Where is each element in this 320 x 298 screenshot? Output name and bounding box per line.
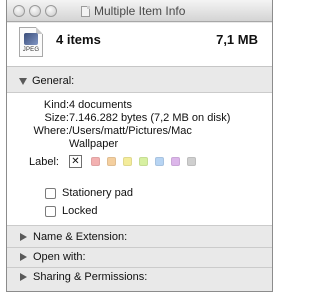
kind-label: Kind: bbox=[43, 99, 69, 111]
label-color-swatch[interactable] bbox=[107, 157, 116, 166]
size-label: Size: bbox=[44, 112, 69, 124]
label-color-swatch[interactable] bbox=[123, 157, 132, 166]
locked-checkbox[interactable] bbox=[45, 205, 56, 217]
info-window: Multiple Item Info JPEG 4 items 7,1 MB G… bbox=[6, 0, 273, 292]
disclosure-triangle-expanded-icon[interactable] bbox=[19, 77, 27, 85]
size-value: 7.146.282 bytes (7,2 MB on disk) bbox=[69, 112, 231, 124]
label-color-swatch[interactable] bbox=[155, 157, 164, 166]
general-header-label: General: bbox=[32, 75, 75, 87]
locked-label: Locked bbox=[62, 205, 98, 217]
total-size: 7,1 MB bbox=[216, 32, 258, 47]
sharing-permissions-section-header[interactable]: Sharing & Permissions: bbox=[7, 268, 272, 286]
open-with-section-header[interactable]: Open with: bbox=[7, 248, 272, 266]
title-bar[interactable]: Multiple Item Info bbox=[7, 0, 272, 22]
locked-row[interactable]: Locked bbox=[45, 204, 97, 218]
window-title: Multiple Item Info bbox=[81, 4, 185, 18]
stationery-pad-label: Stationery pad bbox=[62, 187, 133, 199]
general-section-body: Kind: 4 documents Size: 7.146.282 bytes … bbox=[7, 92, 272, 226]
label-color-swatch[interactable] bbox=[91, 157, 100, 166]
sharing-permissions-label: Sharing & Permissions: bbox=[33, 271, 148, 283]
kind-value: 4 documents bbox=[69, 99, 132, 111]
label-label: Label: bbox=[29, 156, 59, 168]
stationery-pad-row[interactable]: Stationery pad bbox=[45, 186, 133, 200]
close-button[interactable] bbox=[13, 5, 25, 17]
file-type-label: JPEG bbox=[22, 47, 40, 53]
label-color-swatch[interactable] bbox=[171, 157, 180, 166]
name-extension-label: Name & Extension: bbox=[33, 231, 128, 243]
open-with-label: Open with: bbox=[33, 251, 86, 263]
summary-header: JPEG 4 items 7,1 MB bbox=[7, 23, 272, 67]
general-section-header[interactable]: General: bbox=[7, 72, 272, 90]
disclosure-triangle-collapsed-icon[interactable] bbox=[20, 253, 27, 261]
label-color-swatch[interactable] bbox=[187, 157, 196, 166]
stationery-pad-checkbox[interactable] bbox=[45, 187, 56, 199]
name-extension-section-header[interactable]: Name & Extension: bbox=[7, 228, 272, 246]
document-icon bbox=[81, 5, 90, 17]
window-title-text: Multiple Item Info bbox=[94, 4, 186, 18]
minimize-button[interactable] bbox=[29, 5, 41, 17]
disclosure-triangle-collapsed-icon[interactable] bbox=[20, 233, 27, 241]
where-label: Where: bbox=[33, 125, 69, 137]
item-count: 4 items bbox=[56, 32, 101, 47]
jpeg-file-icon: JPEG bbox=[19, 27, 43, 57]
image-thumbnail-icon bbox=[24, 33, 38, 45]
label-none-option[interactable]: ✕ bbox=[69, 155, 82, 168]
zoom-button[interactable] bbox=[45, 5, 57, 17]
disclosure-triangle-collapsed-icon[interactable] bbox=[20, 273, 27, 281]
where-value-line1: /Users/matt/Pictures/Mac bbox=[69, 125, 192, 137]
where-value-line2: Wallpaper bbox=[69, 138, 119, 150]
label-color-swatch[interactable] bbox=[139, 157, 148, 166]
